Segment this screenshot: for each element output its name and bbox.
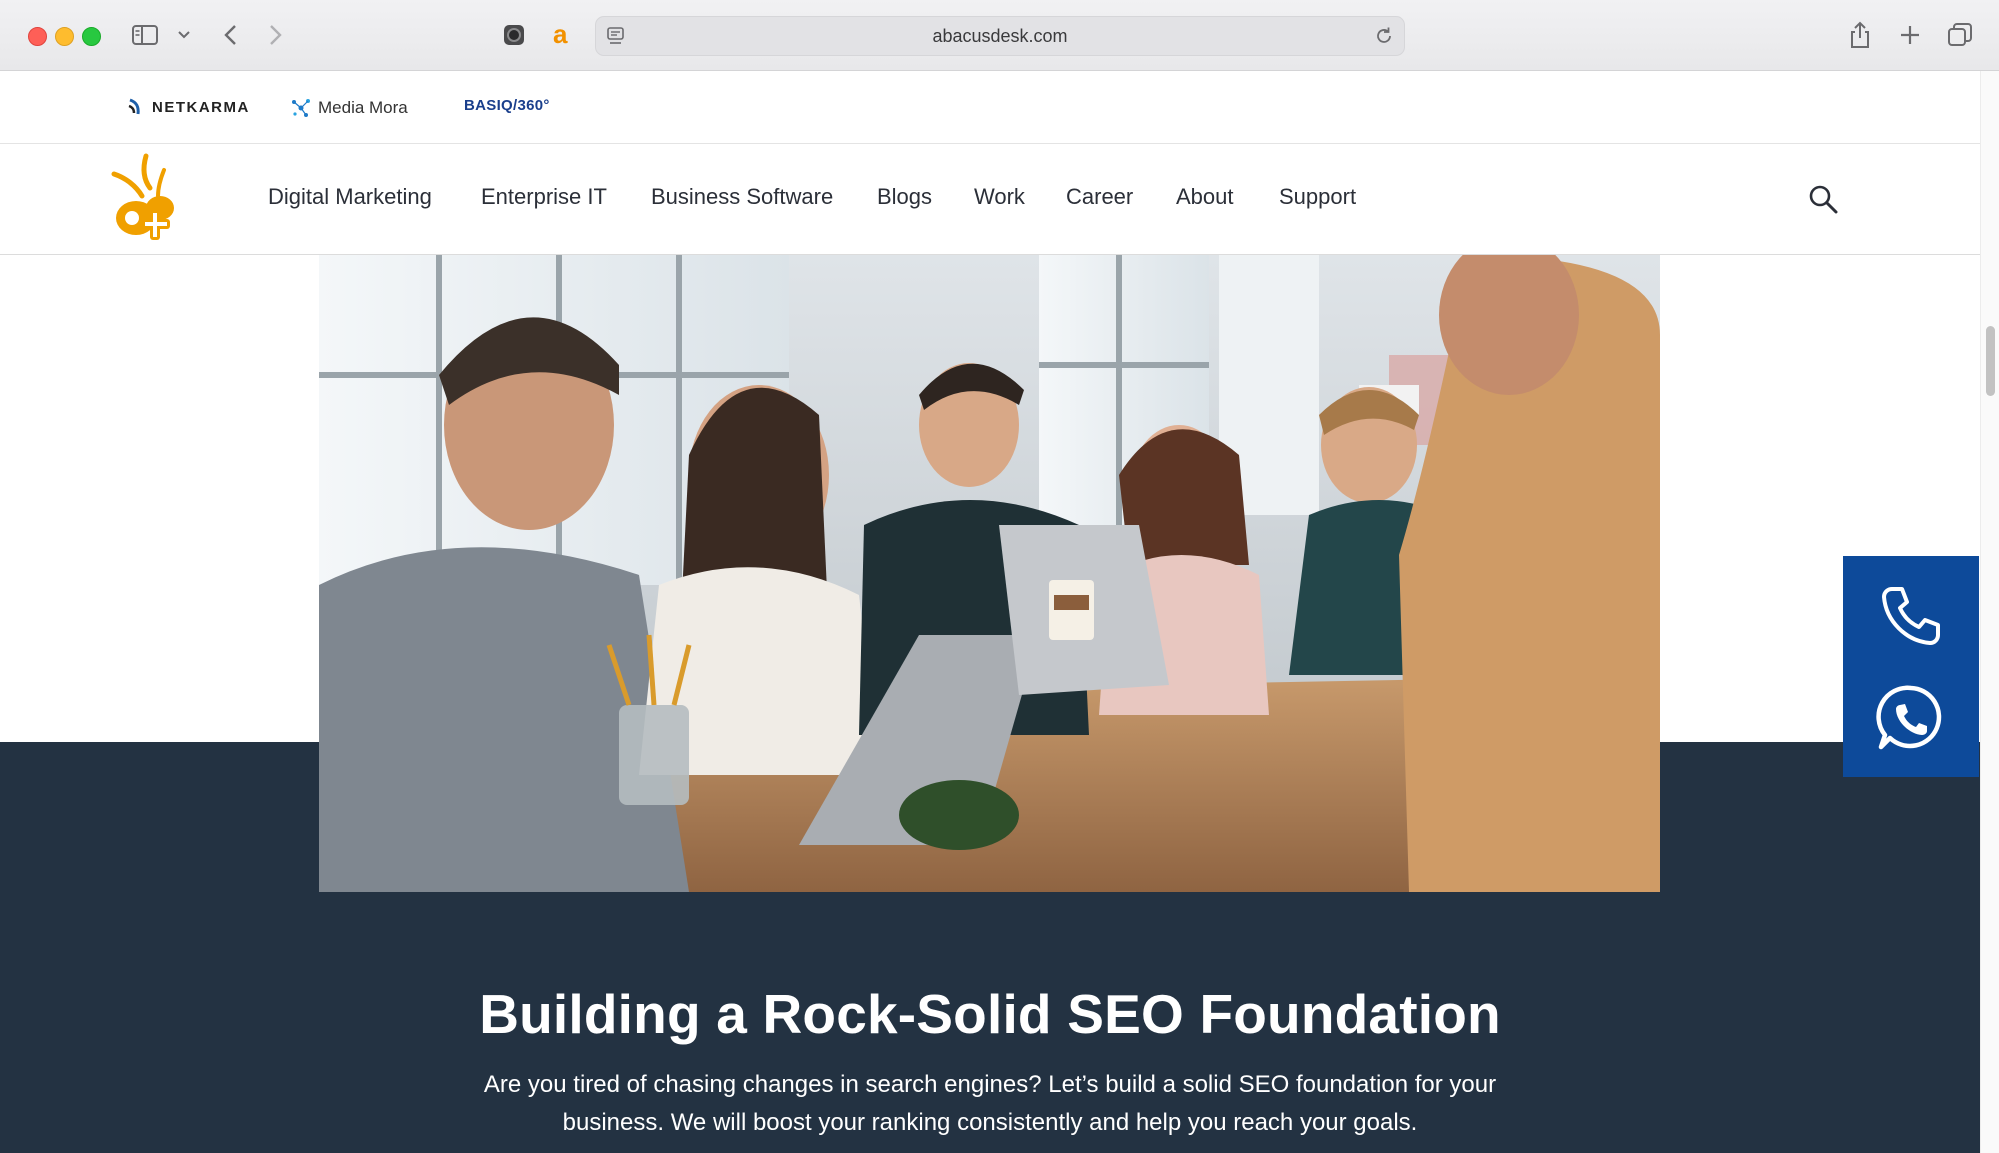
- extension-camera-icon[interactable]: [500, 20, 528, 50]
- sidebar-toggle-icon[interactable]: [130, 20, 160, 50]
- nav-work[interactable]: Work: [974, 184, 1025, 210]
- search-icon[interactable]: [1808, 184, 1838, 219]
- extension-a-icon[interactable]: a: [548, 20, 576, 50]
- netkarma-logo-icon: [128, 98, 140, 115]
- svg-text:a: a: [553, 22, 568, 48]
- chevron-down-icon[interactable]: [174, 20, 194, 50]
- partner-media-mora[interactable]: Media Mora: [290, 97, 408, 119]
- main-navigation: Digital Marketing Enterprise IT Business…: [0, 144, 1980, 255]
- new-tab-icon[interactable]: [1896, 20, 1924, 50]
- share-icon[interactable]: [1846, 20, 1874, 50]
- browser-toolbar: a abacusdesk.com: [0, 0, 1999, 71]
- phone-icon[interactable]: [1871, 576, 1951, 656]
- partner-netkarma[interactable]: NETKARMA: [126, 97, 250, 117]
- floating-contact-panel: [1843, 556, 1979, 777]
- zoom-window-button[interactable]: [82, 27, 101, 46]
- partner-basiq360[interactable]: BASIQ/360°: [464, 97, 550, 114]
- media-mora-logo-icon: [292, 99, 310, 117]
- nav-digital-marketing[interactable]: Digital Marketing: [268, 184, 432, 210]
- whatsapp-icon[interactable]: [1871, 678, 1951, 758]
- forward-icon[interactable]: [264, 20, 288, 50]
- nav-blogs[interactable]: Blogs: [877, 184, 932, 210]
- address-bar[interactable]: abacusdesk.com: [595, 16, 1405, 56]
- minimize-window-button[interactable]: [55, 27, 74, 46]
- partner-label: BASIQ/360°: [464, 97, 550, 114]
- tab-overview-icon[interactable]: [1945, 20, 1975, 50]
- nav-enterprise-it[interactable]: Enterprise IT: [481, 184, 607, 210]
- abacusdesk-logo[interactable]: [106, 152, 186, 253]
- nav-support[interactable]: Support: [1279, 184, 1356, 210]
- back-icon[interactable]: [218, 20, 242, 50]
- close-window-button[interactable]: [28, 27, 47, 46]
- partner-label: Media Mora: [318, 98, 408, 117]
- nav-about[interactable]: About: [1176, 184, 1234, 210]
- url-text: abacusdesk.com: [932, 26, 1068, 46]
- nav-career[interactable]: Career: [1066, 184, 1133, 210]
- hero-subtext: Are you tired of chasing changes in sear…: [483, 1071, 1497, 1136]
- nav-business-software[interactable]: Business Software: [651, 184, 833, 210]
- partner-bar: NETKARMA Media Mora BASIQ/360°: [0, 71, 1980, 144]
- scrollbar-thumb[interactable]: [1986, 326, 1995, 396]
- hero-headline: Building a Rock-Solid SEO Foundation: [479, 983, 1501, 1045]
- partner-label: NETKARMA: [152, 98, 250, 116]
- page-scrollbar[interactable]: [1980, 71, 1999, 1153]
- reload-icon[interactable]: [1374, 26, 1394, 51]
- hero-team-photo: [319, 255, 1660, 892]
